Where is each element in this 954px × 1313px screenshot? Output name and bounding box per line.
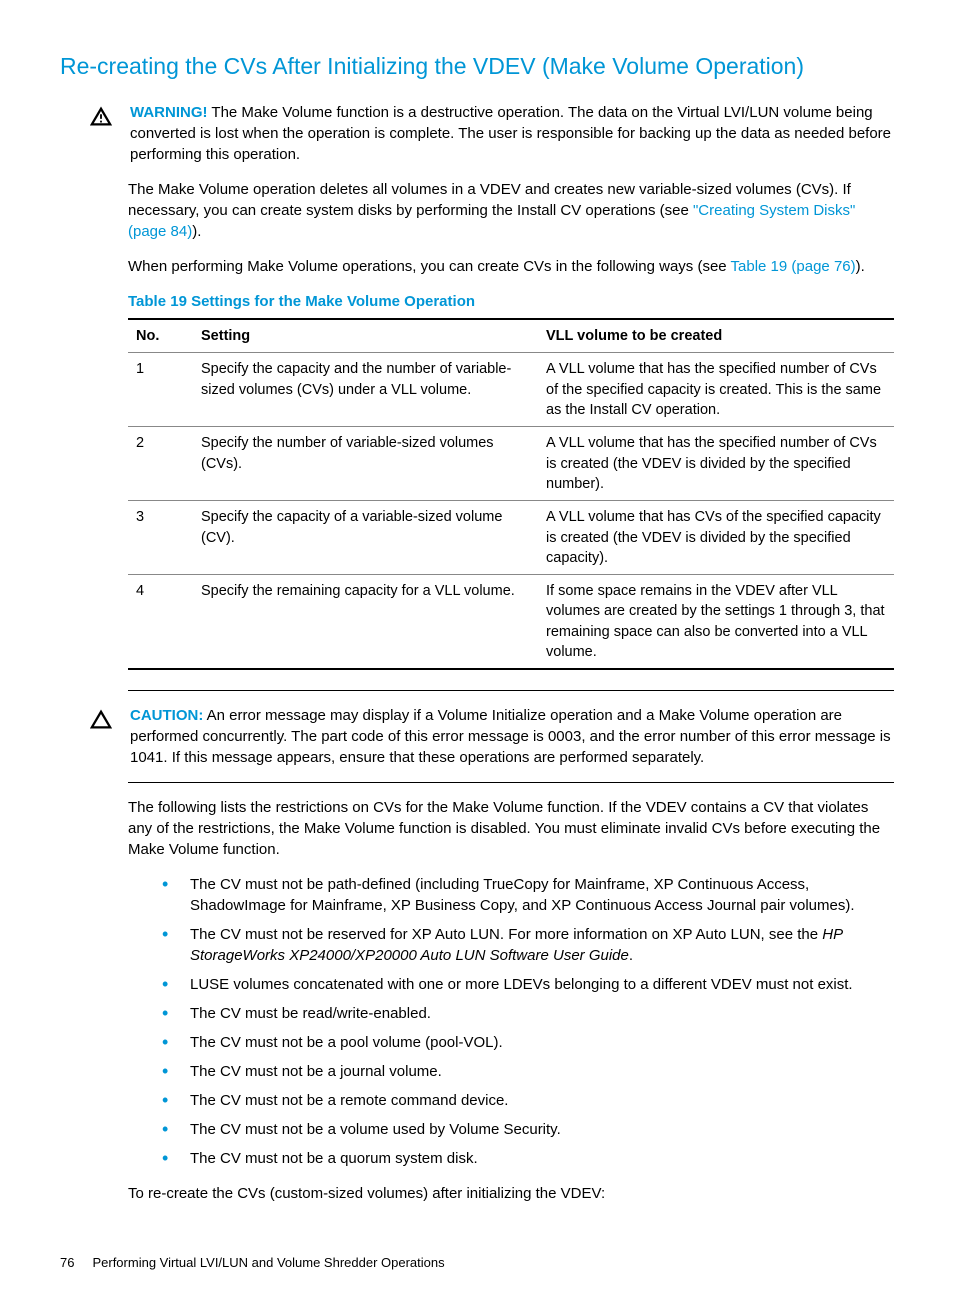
table-title: Table 19 Settings for the Make Volume Op… <box>128 291 894 312</box>
list-item: The CV must be read/write-enabled. <box>160 1003 894 1024</box>
caution-label: CAUTION: <box>130 707 203 724</box>
restrictions-list: The CV must not be path-defined (includi… <box>160 874 894 1169</box>
list-item: The CV must not be reserved for XP Auto … <box>160 924 894 966</box>
link-table-19[interactable]: Table 19 (page 76) <box>731 258 856 275</box>
page-footer: 76 Performing Virtual LVI/LUN and Volume… <box>60 1254 894 1272</box>
list-item: The CV must not be path-defined (includi… <box>160 874 894 916</box>
paragraph-ways: When performing Make Volume operations, … <box>128 256 894 277</box>
table-row: 3 Specify the capacity of a variable-siz… <box>128 501 894 575</box>
table-row: 2 Specify the number of variable-sized v… <box>128 427 894 501</box>
th-no: No. <box>128 319 193 353</box>
warning-callout: WARNING! The Make Volume function is a d… <box>90 102 894 165</box>
page-number: 76 <box>60 1254 74 1272</box>
th-vll: VLL volume to be created <box>538 319 894 353</box>
table-row: 4 Specify the remaining capacity for a V… <box>128 575 894 670</box>
th-setting: Setting <box>193 319 538 353</box>
settings-table: No. Setting VLL volume to be created 1 S… <box>128 318 894 670</box>
warning-icon <box>90 106 112 128</box>
divider <box>128 782 894 783</box>
warning-label: WARNING! <box>130 104 208 121</box>
list-item: The CV must not be a quorum system disk. <box>160 1148 894 1169</box>
table-row: 1 Specify the capacity and the number of… <box>128 353 894 427</box>
footer-chapter: Performing Virtual LVI/LUN and Volume Sh… <box>92 1254 444 1272</box>
divider <box>128 690 894 691</box>
caution-icon <box>90 709 112 731</box>
list-item: The CV must not be a volume used by Volu… <box>160 1119 894 1140</box>
warning-text: The Make Volume function is a destructiv… <box>130 104 891 163</box>
paragraph-make-volume-intro: The Make Volume operation deletes all vo… <box>128 179 894 242</box>
paragraph-restrictions: The following lists the restrictions on … <box>128 797 894 860</box>
list-item: The CV must not be a journal volume. <box>160 1061 894 1082</box>
caution-text: An error message may display if a Volume… <box>130 707 891 766</box>
list-item: LUSE volumes concatenated with one or mo… <box>160 974 894 995</box>
caution-callout: CAUTION: An error message may display if… <box>90 705 894 768</box>
section-title: Re-creating the CVs After Initializing t… <box>60 50 894 82</box>
list-item: The CV must not be a pool volume (pool-V… <box>160 1032 894 1053</box>
paragraph-recreate: To re-create the CVs (custom-sized volum… <box>128 1183 894 1204</box>
list-item: The CV must not be a remote command devi… <box>160 1090 894 1111</box>
